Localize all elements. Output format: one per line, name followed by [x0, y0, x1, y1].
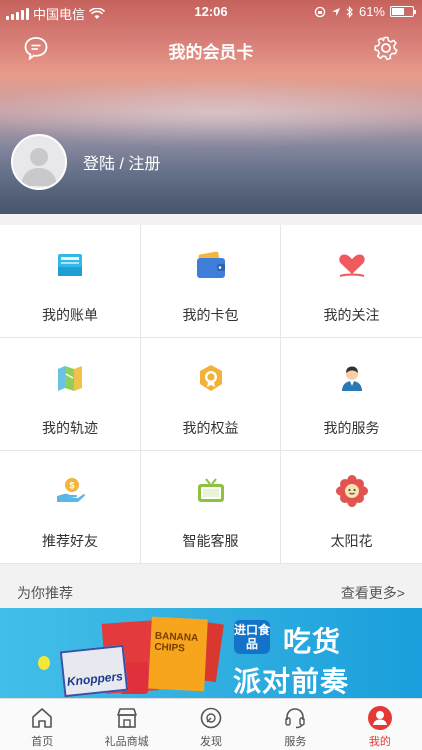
balloon-graphic: [38, 656, 50, 670]
menu-item-label: 我的关注: [323, 307, 380, 323]
tab-label: 礼品商城: [104, 736, 149, 748]
menu-item-label: 太阳花: [330, 533, 373, 549]
menu-item-rights[interactable]: 我的权益: [141, 338, 281, 451]
navbar: 我的会员卡: [0, 30, 422, 66]
discover-icon: [198, 705, 224, 731]
battery-icon: [390, 6, 416, 17]
banner-subheadline: 派对前奏: [233, 666, 350, 697]
knoppers-label: Knoppers: [66, 669, 124, 689]
page-title: 我的会员卡: [168, 43, 254, 62]
recommend-section-header: 为你推荐 查看更多>: [0, 574, 422, 608]
tab-label: 发现: [200, 736, 223, 748]
menu-item-sunflower[interactable]: 太阳花: [281, 451, 422, 564]
chips-label: BANANA CHIPS: [154, 630, 199, 655]
badge-icon: [193, 360, 229, 396]
menu-item-favorites[interactable]: 我的关注: [281, 225, 422, 338]
avatar[interactable]: [11, 134, 67, 190]
flower-icon: [334, 473, 370, 509]
member-card-header: 中国电信 12:06 61% 我的会员卡 登陆 / 注册: [0, 0, 422, 214]
tab-discover[interactable]: 发现: [169, 699, 253, 750]
tab-label: 我的: [368, 736, 391, 748]
login-register-link[interactable]: 登陆 / 注册: [83, 150, 160, 174]
knoppers-pack: Knoppers: [59, 644, 129, 698]
battery-level: [392, 8, 404, 15]
rotation-lock-icon: [314, 6, 326, 17]
profile-icon: [367, 705, 393, 731]
heart-icon: [334, 247, 370, 283]
map-icon: [52, 360, 88, 396]
bluetooth-icon: [346, 5, 353, 18]
menu-item-label: 智能客服: [182, 533, 239, 549]
tab-gift-mall[interactable]: 礼品商城: [84, 699, 168, 750]
menu-item-label: 我的账单: [42, 307, 98, 323]
battery-percent: 61%: [358, 4, 385, 19]
menu-item-wallet[interactable]: 我的卡包: [141, 225, 281, 338]
tab-home[interactable]: 首页: [0, 699, 84, 750]
banana-chips-pack: BANANA CHIPS: [148, 616, 208, 692]
tab-label: 服务: [284, 736, 307, 748]
menu-item-refer-friend[interactable]: $ 推荐好友: [0, 451, 141, 564]
bill-icon: [52, 247, 88, 283]
wallet-icon: [193, 247, 229, 283]
menu-item-track[interactable]: 我的轨迹: [0, 338, 141, 451]
menu-item-label: 我的权益: [182, 420, 239, 436]
bottom-tab-bar: 首页 礼品商城 发现 服务 我的: [0, 698, 422, 750]
coin-hand-icon: $: [52, 473, 88, 509]
tab-label: 首页: [31, 736, 54, 748]
location-icon: [331, 7, 340, 16]
banner-headline: 吃货: [283, 626, 342, 657]
default-avatar-icon: [21, 148, 57, 186]
home-icon: [29, 705, 55, 731]
see-more-link[interactable]: 查看更多>: [341, 583, 405, 603]
settings-gear-icon[interactable]: [373, 35, 399, 66]
menu-item-bill[interactable]: 我的账单: [0, 225, 141, 338]
menu-item-label: 我的服务: [323, 420, 380, 436]
profile-login[interactable]: 登陆 / 注册: [11, 134, 160, 190]
status-bar: 中国电信 12:06 61%: [0, 0, 422, 24]
tv-icon: [193, 473, 229, 509]
menu-item-label: 推荐好友: [42, 533, 98, 549]
tab-service[interactable]: 服务: [253, 699, 337, 750]
imported-food-tag: 进口食品: [234, 620, 270, 654]
promo-banner[interactable]: BANANA CHIPS Knoppers 进口食品 吃货 派对前奏: [0, 608, 422, 698]
tab-mine[interactable]: 我的: [338, 699, 422, 750]
recommend-title: 为你推荐: [17, 585, 73, 601]
menu-item-label: 我的轨迹: [42, 420, 98, 436]
member-menu-grid: 我的账单 我的卡包 我的关注 我的轨迹 我的权益 我的服务 $ 推荐好友 智能客…: [0, 225, 422, 564]
menu-item-smart-service[interactable]: 智能客服: [141, 451, 281, 564]
svg-text:$: $: [69, 481, 74, 491]
shop-icon: [114, 705, 140, 731]
service-person-icon: [334, 360, 370, 396]
menu-item-service[interactable]: 我的服务: [281, 338, 422, 451]
menu-item-label: 我的卡包: [182, 307, 239, 323]
headset-icon: [282, 705, 308, 731]
